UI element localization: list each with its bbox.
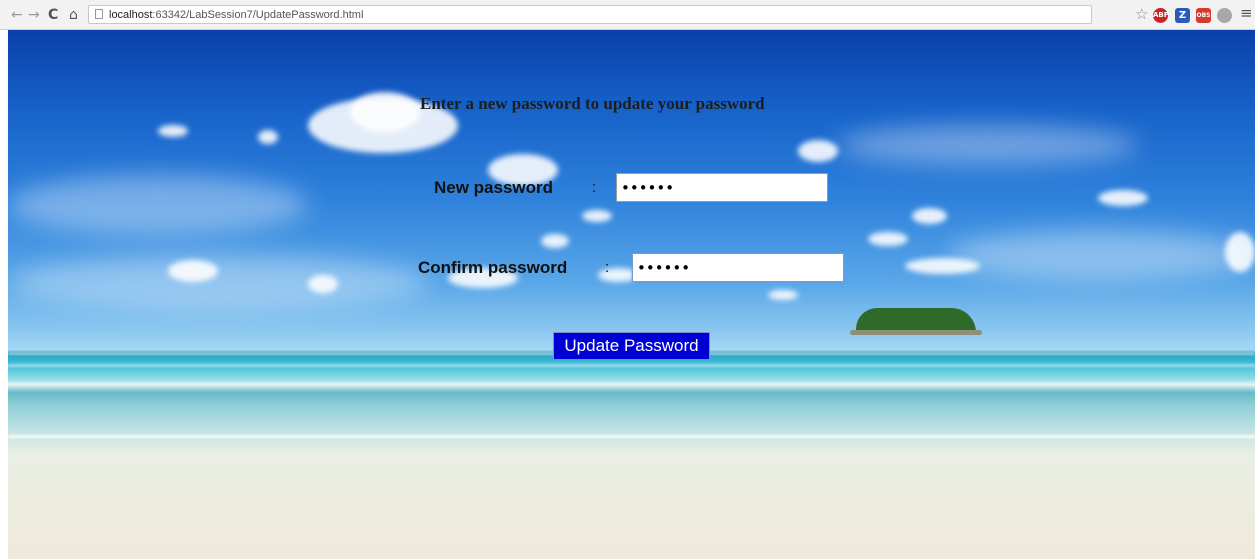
cloud <box>868 232 908 246</box>
cloud <box>798 140 838 162</box>
confirm-password-label: Confirm password <box>418 258 568 277</box>
surf-line <box>8 435 1255 438</box>
page-viewport: Enter a new password to update your pass… <box>8 30 1255 559</box>
new-password-input[interactable] <box>616 173 828 202</box>
page-heading: Enter a new password to update your pass… <box>420 94 765 113</box>
reload-icon[interactable]: C <box>48 7 58 23</box>
home-icon[interactable]: ⌂ <box>69 7 78 23</box>
forward-arrow-icon[interactable]: → <box>28 7 40 23</box>
cloud <box>1098 190 1148 206</box>
island-shore <box>850 330 982 335</box>
bookmark-star-icon[interactable]: ☆ <box>1135 7 1148 22</box>
menu-icon[interactable]: ≡ <box>1240 6 1253 21</box>
update-password-button[interactable]: Update Password <box>553 332 710 360</box>
new-password-colon: : <box>592 179 597 196</box>
url-path: :63342/LabSession7/UpdatePassword.html <box>152 9 364 21</box>
extension-icon[interactable]: OBS <box>1196 8 1211 23</box>
address-bar[interactable]: localhost:63342/LabSession7/UpdatePasswo… <box>88 5 1092 24</box>
page-icon <box>95 9 103 19</box>
cloud <box>541 234 569 248</box>
cloud <box>350 92 420 132</box>
cloud-haze <box>948 230 1248 280</box>
surf-line <box>8 364 1255 367</box>
cloud <box>912 208 947 224</box>
confirm-password-colon: : <box>605 259 610 276</box>
zotero-icon[interactable]: Z <box>1175 8 1190 23</box>
cloud <box>258 130 278 144</box>
cloud <box>582 210 612 222</box>
cloud <box>158 125 188 137</box>
cloud <box>768 290 798 300</box>
extension-gray-icon[interactable] <box>1217 8 1232 23</box>
browser-toolbar: ← → C ⌂ localhost:63342/LabSession7/Upda… <box>0 0 1255 30</box>
new-password-label: New password <box>434 178 554 197</box>
confirm-password-input[interactable] <box>632 253 844 282</box>
cloud-haze <box>8 255 428 310</box>
url-text[interactable]: localhost:63342/LabSession7/UpdatePasswo… <box>109 8 363 22</box>
adblock-icon[interactable]: ABP <box>1153 8 1169 23</box>
back-arrow-icon[interactable]: ← <box>11 7 23 23</box>
cloud-haze <box>8 175 308 235</box>
cloud-haze <box>838 125 1138 165</box>
url-host: localhost <box>109 9 153 21</box>
